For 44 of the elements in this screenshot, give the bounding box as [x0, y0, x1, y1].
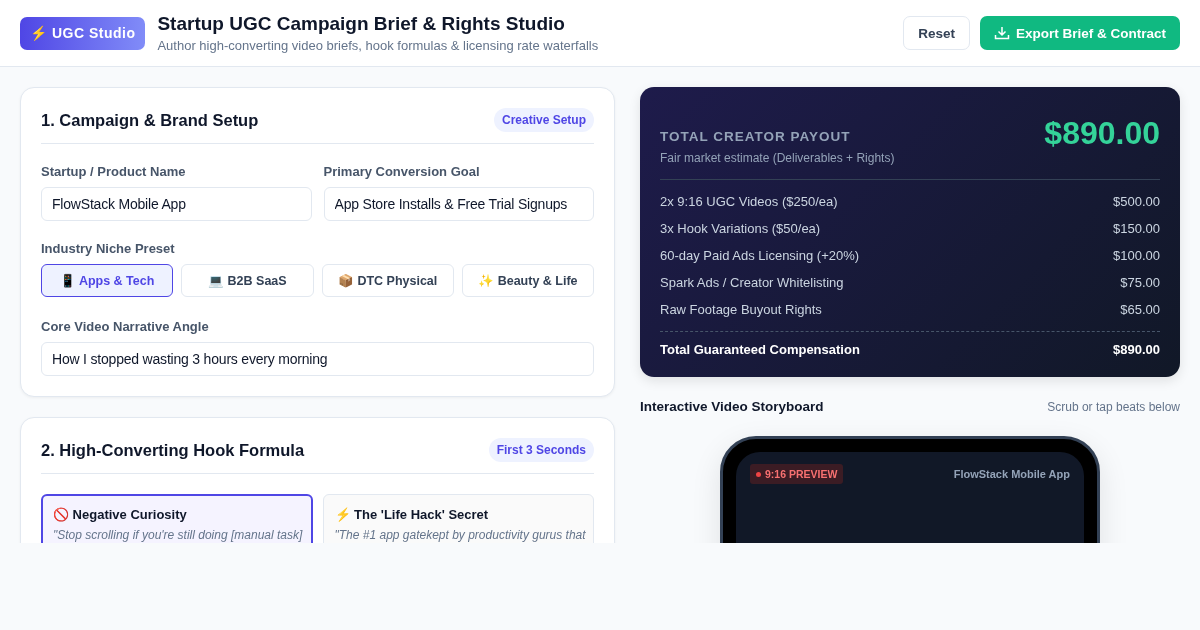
line-amount: $65.00 — [1120, 301, 1160, 318]
section-title: 1. Campaign & Brand Setup — [41, 110, 259, 130]
line-amount: $75.00 — [1120, 274, 1160, 291]
field-label: Industry Niche Preset — [41, 241, 176, 256]
app-name: FlowStack Mobile App — [953, 468, 1070, 480]
input-field[interactable]: How I stopped wasting 3 hours every morning — [41, 342, 594, 376]
storyboard-hint: Scrub or tap beats below — [1047, 399, 1180, 414]
line-item: 3x Hook Variations ($50/ea) — [660, 220, 821, 237]
reset-button[interactable]: Reset — [903, 16, 970, 50]
niche-button[interactable]: 💻 B2B SaaS — [181, 264, 314, 297]
download-icon — [993, 25, 1010, 41]
payout-note: Fair market estimate (Deliverables + Rights) — [660, 151, 895, 165]
niche-button[interactable]: 📦 DTC Physical — [321, 264, 454, 297]
line-amount: $500.00 — [1113, 193, 1160, 210]
payout-label: TOTAL CREATOR PAYOUT — [660, 129, 852, 144]
preview-badge: 9:16 PREVIEW — [750, 464, 844, 484]
page-title: Startup UGC Campaign Brief & Rights Studio — [157, 13, 566, 35]
line-item: Raw Footage Buyout Rights — [660, 301, 822, 318]
field-label: Core Video Narrative Angle — [41, 319, 210, 334]
hook-title: 🚫 Negative Curiosity — [53, 507, 188, 522]
line-item: 2x 9:16 UGC Videos ($250/ea) — [660, 193, 838, 210]
hook-option[interactable]: 🚫 Negative Curiosity "Stop scrolling if you're still doing [manual task] — [41, 494, 313, 543]
input-field[interactable]: FlowStack Mobile App — [41, 187, 312, 221]
total-amount: $890.00 — [1113, 342, 1160, 357]
line-item: 60-day Paid Ads Licensing (+20%) — [660, 247, 860, 264]
niche-button[interactable]: ✨ Beauty & Life — [461, 264, 594, 297]
field-label: Primary Conversion Goal — [323, 164, 481, 179]
hook-quote: "Stop scrolling if you're still doing [manual task] — [53, 528, 301, 542]
line-amount: $100.00 — [1113, 247, 1160, 264]
line-item: Spark Ads / Creator Whitelisting — [660, 274, 844, 291]
storyboard-title: Interactive Video Storyboard — [640, 399, 824, 414]
section-tag: First 3 Seconds — [488, 438, 594, 462]
line-amount: $150.00 — [1113, 220, 1160, 237]
payout-total: $890.00 — [1044, 115, 1160, 152]
total-label: Total Guaranteed Compensation — [660, 342, 860, 357]
section-title: 2. High-Converting Hook Formula — [41, 440, 305, 460]
logo-badge: ⚡ UGC Studio — [20, 16, 146, 50]
input-field[interactable]: App Store Installs & Free Trial Signups — [323, 187, 594, 221]
section-tag: Creative Setup — [493, 108, 594, 132]
hook-title: ⚡ The 'Life Hack' Secret — [334, 507, 490, 522]
hook-option[interactable]: ⚡ The 'Life Hack' Secret "The #1 app gatekept by productivity gurus that — [322, 494, 594, 543]
field-label: Startup / Product Name — [41, 164, 187, 179]
page-subtitle: Author high-converting video briefs, hook formulas & licensing rate waterfalls — [157, 38, 599, 53]
niche-button[interactable]: 📱 Apps & Tech — [41, 264, 174, 297]
